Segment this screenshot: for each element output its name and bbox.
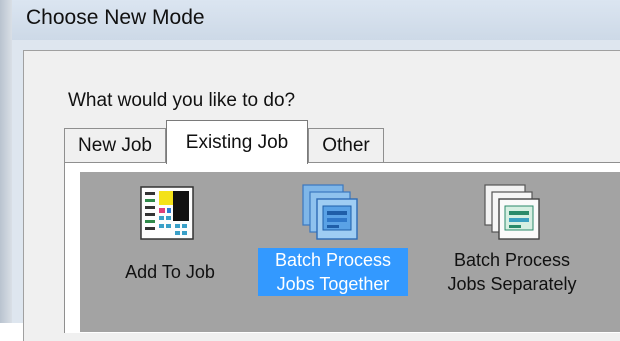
tab-new-job[interactable]: New Job <box>64 128 166 162</box>
list-item-batch-together[interactable]: Batch Process Jobs Together <box>258 182 408 312</box>
list-item-batch-separately[interactable]: Batch Process Jobs Separately <box>432 182 592 312</box>
add-to-job-icon <box>140 186 194 240</box>
tab-existing-job[interactable]: Existing Job <box>166 120 308 164</box>
window-left-edge <box>0 0 12 323</box>
tab-new-job-label: New Job <box>78 134 152 156</box>
list-item-label: Batch Process Jobs Together <box>258 248 408 296</box>
batch-separately-icon <box>484 184 540 240</box>
batch-together-icon <box>302 184 358 240</box>
list-item-add-to-job[interactable]: Add To Job <box>100 182 240 292</box>
window-title: Choose New Mode <box>26 6 205 29</box>
mode-list[interactable]: Add To Job Batch Process Jobs Together B… <box>80 172 620 332</box>
question-label: What would you like to do? <box>68 90 296 111</box>
list-item-label: Add To Job <box>125 262 215 282</box>
tab-other-label: Other <box>322 134 370 156</box>
tab-existing-job-label: Existing Job <box>185 131 289 153</box>
list-item-label: Batch Process Jobs Separately <box>447 250 577 294</box>
tab-other[interactable]: Other <box>308 128 384 162</box>
title-bar[interactable]: Choose New Mode <box>12 0 620 40</box>
